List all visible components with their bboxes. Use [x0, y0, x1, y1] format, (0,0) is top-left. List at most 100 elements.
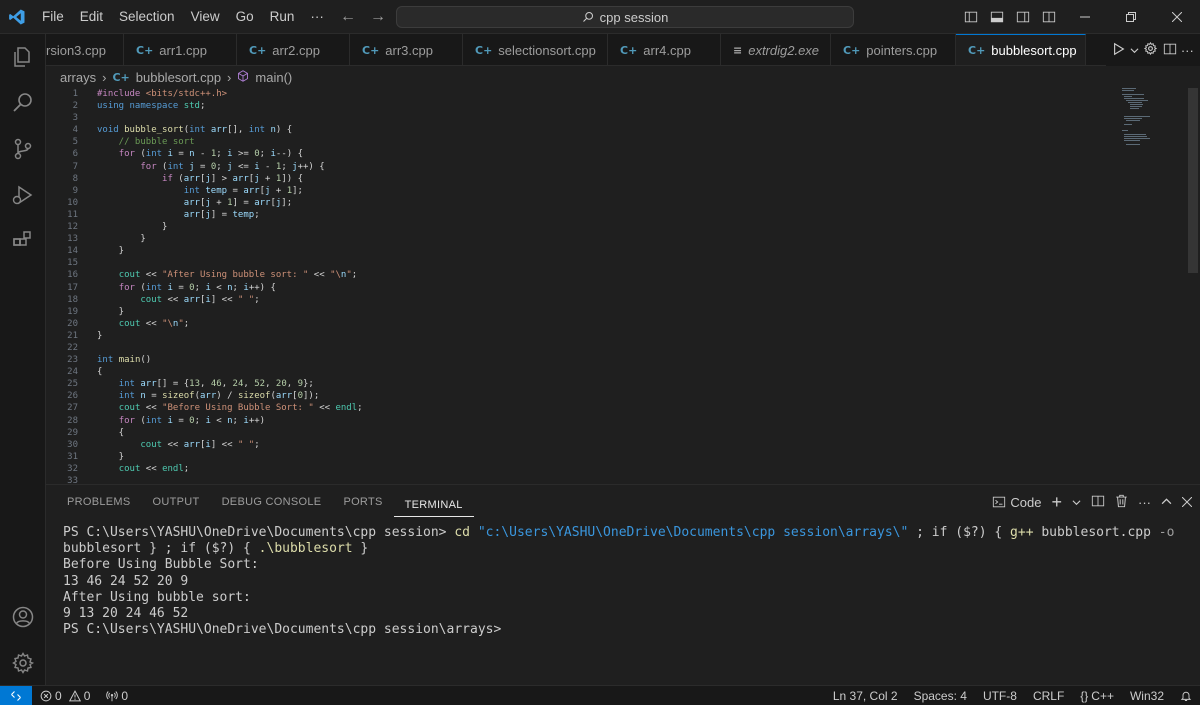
- split-terminal-icon[interactable]: [1091, 494, 1105, 511]
- code-line[interactable]: for (int i = n - 1; i >= 0; i--) {: [97, 148, 363, 160]
- trash-icon[interactable]: [1115, 494, 1128, 511]
- code-line[interactable]: cout << arr[i] << " ";: [97, 439, 363, 451]
- extensions-icon[interactable]: [0, 218, 46, 264]
- code-line[interactable]: int temp = arr[j + 1];: [97, 185, 363, 197]
- manage-gear-icon[interactable]: [0, 640, 46, 686]
- tab-extrdig2[interactable]: ≡ extrdig2.exe: [721, 34, 831, 65]
- menu-more[interactable]: ···: [302, 0, 332, 34]
- breadcrumb-folder[interactable]: arrays: [60, 70, 96, 85]
- restore-icon[interactable]: [1108, 0, 1154, 34]
- ports-status[interactable]: 0: [98, 689, 136, 703]
- problems-status[interactable]: 0 0: [32, 689, 98, 703]
- platform[interactable]: Win32: [1122, 689, 1172, 703]
- tab-debug-console[interactable]: DEBUG CONSOLE: [211, 485, 333, 519]
- chevron-down-icon[interactable]: [1130, 43, 1139, 58]
- account-icon[interactable]: [0, 594, 46, 640]
- chevron-down-icon[interactable]: [1072, 495, 1081, 510]
- close-panel-icon[interactable]: [1181, 495, 1193, 510]
- command-center-search[interactable]: cpp session: [396, 6, 854, 28]
- editor-scrollbar[interactable]: [1188, 88, 1200, 484]
- search-icon[interactable]: [0, 80, 46, 126]
- customize-layout-icon[interactable]: [1036, 0, 1062, 34]
- code-line[interactable]: for (int j = 0; j <= i - 1; j++) {: [97, 161, 363, 173]
- code-line[interactable]: // bubble sort: [97, 136, 363, 148]
- maximize-panel-chevron-up-icon[interactable]: [1161, 495, 1172, 510]
- code-editor[interactable]: 1 2 3 4 5 6 7 8 9 10 11 12 13 14 15 16 17 18 19 20 21 22 23 24 2…: [46, 88, 1200, 484]
- code-content[interactable]: #include <bits/stdc++.h> using namespace …: [97, 88, 363, 484]
- code-line[interactable]: cout << "After Using bubble sort: " << "…: [97, 269, 363, 281]
- code-line[interactable]: }: [97, 233, 363, 245]
- code-line[interactable]: {: [97, 427, 363, 439]
- tab-arr4[interactable]: C+ arr4.cpp: [608, 34, 721, 65]
- tab-terminal[interactable]: TERMINAL: [393, 493, 474, 517]
- menu-file[interactable]: File: [34, 0, 72, 34]
- code-line[interactable]: [97, 257, 363, 269]
- code-line[interactable]: cout << endl;: [97, 463, 363, 475]
- code-line[interactable]: [97, 475, 363, 484]
- code-line[interactable]: for (int i = 0; i < n; i++): [97, 415, 363, 427]
- tab-problems[interactable]: PROBLEMS: [56, 485, 142, 519]
- tab-bubblesort[interactable]: C+ bubblesort.cpp: [956, 34, 1086, 65]
- code-line[interactable]: }: [97, 245, 363, 257]
- explorer-icon[interactable]: [0, 34, 46, 80]
- menu-view[interactable]: View: [183, 0, 228, 34]
- notifications-bell-icon[interactable]: [1172, 690, 1200, 702]
- scrollbar-thumb[interactable]: [1188, 88, 1198, 273]
- code-line[interactable]: }: [97, 306, 363, 318]
- tab-recursion3[interactable]: rsion3.cpp: [46, 34, 124, 65]
- tab-selectionsort[interactable]: C+ selectionsort.cpp: [463, 34, 608, 65]
- tab-arr2[interactable]: C+ arr2.cpp: [237, 34, 350, 65]
- minimize-icon[interactable]: [1062, 0, 1108, 34]
- more-actions-icon[interactable]: ···: [1138, 495, 1151, 510]
- code-line[interactable]: arr[j + 1] = arr[j];: [97, 197, 363, 209]
- code-line[interactable]: {: [97, 366, 363, 378]
- language-mode[interactable]: {} C++: [1072, 689, 1122, 703]
- cursor-position[interactable]: Ln 37, Col 2: [825, 689, 906, 703]
- code-line[interactable]: int n = sizeof(arr) / sizeof(arr[0]);: [97, 390, 363, 402]
- source-control-icon[interactable]: [0, 126, 46, 172]
- code-line[interactable]: cout << arr[i] << " ";: [97, 294, 363, 306]
- encoding[interactable]: UTF-8: [975, 689, 1025, 703]
- code-line[interactable]: cout << "Before Using Bubble Sort: " << …: [97, 402, 363, 414]
- code-line[interactable]: int arr[] = {13, 46, 24, 52, 20, 9};: [97, 378, 363, 390]
- toggle-secondary-sidebar-icon[interactable]: [1010, 0, 1036, 34]
- tab-arr3[interactable]: C+ arr3.cpp: [350, 34, 463, 65]
- code-line[interactable]: arr[j] = temp;: [97, 209, 363, 221]
- code-line[interactable]: #include <bits/stdc++.h>: [97, 88, 363, 100]
- code-line[interactable]: [97, 112, 363, 124]
- toggle-sidebar-icon[interactable]: [958, 0, 984, 34]
- tab-output[interactable]: OUTPUT: [142, 485, 211, 519]
- code-line[interactable]: }: [97, 221, 363, 233]
- terminal-profile-button[interactable]: Code: [992, 495, 1041, 510]
- breadcrumb-file[interactable]: bubblesort.cpp: [136, 70, 221, 85]
- code-line[interactable]: }: [97, 451, 363, 463]
- line-endings[interactable]: CRLF: [1025, 689, 1072, 703]
- tab-ports[interactable]: PORTS: [332, 485, 393, 519]
- minimap[interactable]: [1120, 88, 1160, 148]
- breadcrumb-symbol[interactable]: main(): [255, 70, 292, 85]
- code-line[interactable]: void bubble_sort(int arr[], int n) {: [97, 124, 363, 136]
- menu-selection[interactable]: Selection: [111, 0, 183, 34]
- toggle-panel-icon[interactable]: [984, 0, 1010, 34]
- code-line[interactable]: cout << "\n";: [97, 318, 363, 330]
- menu-edit[interactable]: Edit: [72, 0, 111, 34]
- code-line[interactable]: using namespace std;: [97, 100, 363, 112]
- tab-pointers[interactable]: C+ pointers.cpp: [831, 34, 956, 65]
- forward-arrow-icon[interactable]: →: [370, 8, 386, 26]
- menu-go[interactable]: Go: [228, 0, 262, 34]
- split-editor-icon[interactable]: [1163, 42, 1177, 59]
- settings-gear-icon[interactable]: [1143, 41, 1158, 59]
- run-file-icon[interactable]: [1112, 42, 1126, 59]
- remote-indicator-icon[interactable]: [0, 685, 32, 705]
- vscode-logo-icon[interactable]: [0, 0, 34, 34]
- code-line[interactable]: [97, 342, 363, 354]
- new-terminal-plus-icon[interactable]: +: [1051, 493, 1062, 511]
- code-line[interactable]: for (int i = 0; i < n; i++) {: [97, 282, 363, 294]
- indentation[interactable]: Spaces: 4: [906, 689, 975, 703]
- menu-run[interactable]: Run: [262, 0, 303, 34]
- code-line[interactable]: }: [97, 330, 363, 342]
- more-actions-icon[interactable]: ···: [1181, 43, 1194, 58]
- code-line[interactable]: if (arr[j] > arr[j + 1]) {: [97, 173, 363, 185]
- code-line[interactable]: int main(): [97, 354, 363, 366]
- tab-arr1[interactable]: C+ arr1.cpp: [124, 34, 237, 65]
